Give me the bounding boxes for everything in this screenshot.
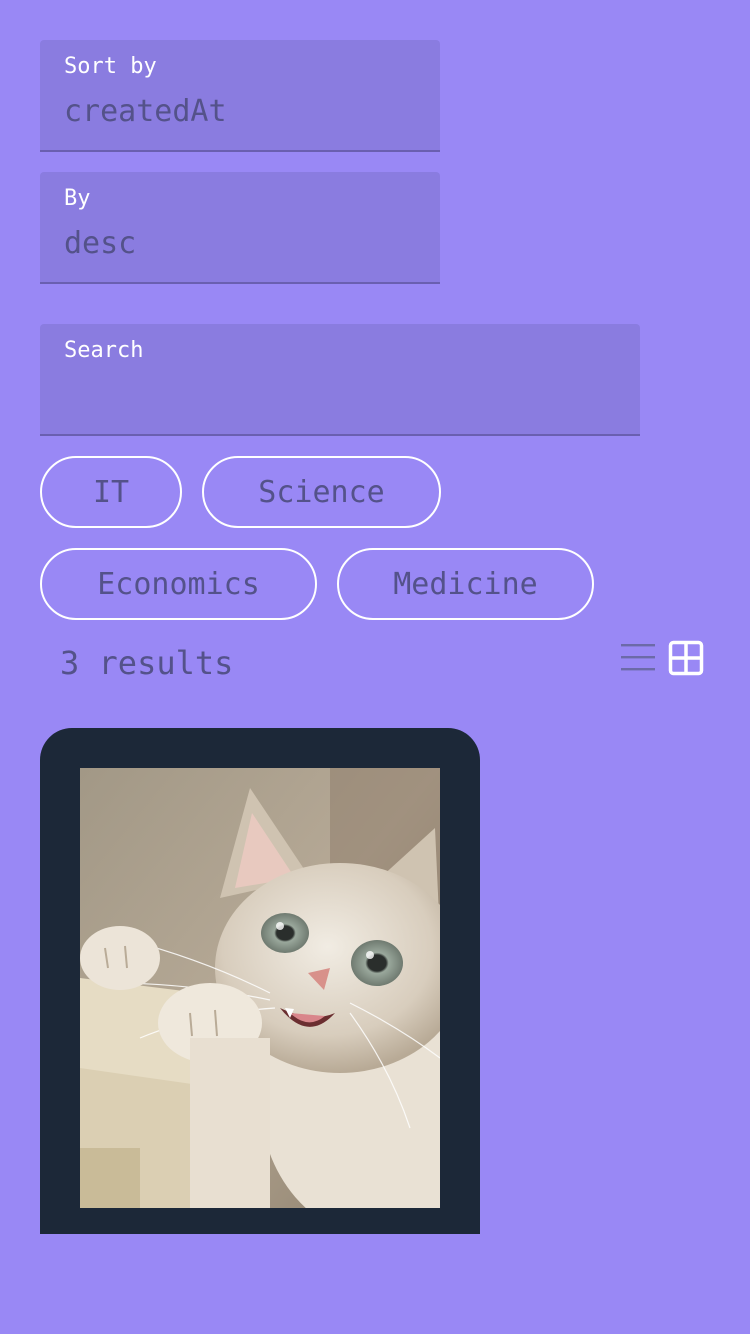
category-chip-medicine[interactable]: Medicine <box>337 548 594 620</box>
sort-by-value: createdAt <box>64 94 227 129</box>
search-label: Search <box>64 338 144 363</box>
result-card[interactable] <box>40 728 480 1234</box>
page: Sort by createdAt By desc Search IT Scie… <box>0 0 750 1334</box>
search-field[interactable]: Search <box>40 324 640 436</box>
category-chip-science[interactable]: Science <box>202 456 441 528</box>
order-select[interactable]: By desc <box>40 172 440 284</box>
sort-by-label: Sort by <box>64 54 157 79</box>
list-view-icon <box>621 644 655 671</box>
kitten-image <box>80 768 440 1208</box>
order-label: By <box>64 186 91 211</box>
kitten-photo <box>80 768 440 1208</box>
category-chip-it[interactable]: IT <box>40 456 182 528</box>
results-count: 3 results <box>60 644 234 682</box>
category-chip-economics[interactable]: Economics <box>40 548 317 620</box>
search-input[interactable] <box>64 380 614 420</box>
grid-view-button[interactable] <box>668 640 704 676</box>
list-view-button[interactable] <box>620 640 656 676</box>
sort-by-select[interactable]: Sort by createdAt <box>40 40 440 152</box>
grid-view-icon <box>668 640 704 676</box>
order-value: desc <box>64 226 137 261</box>
